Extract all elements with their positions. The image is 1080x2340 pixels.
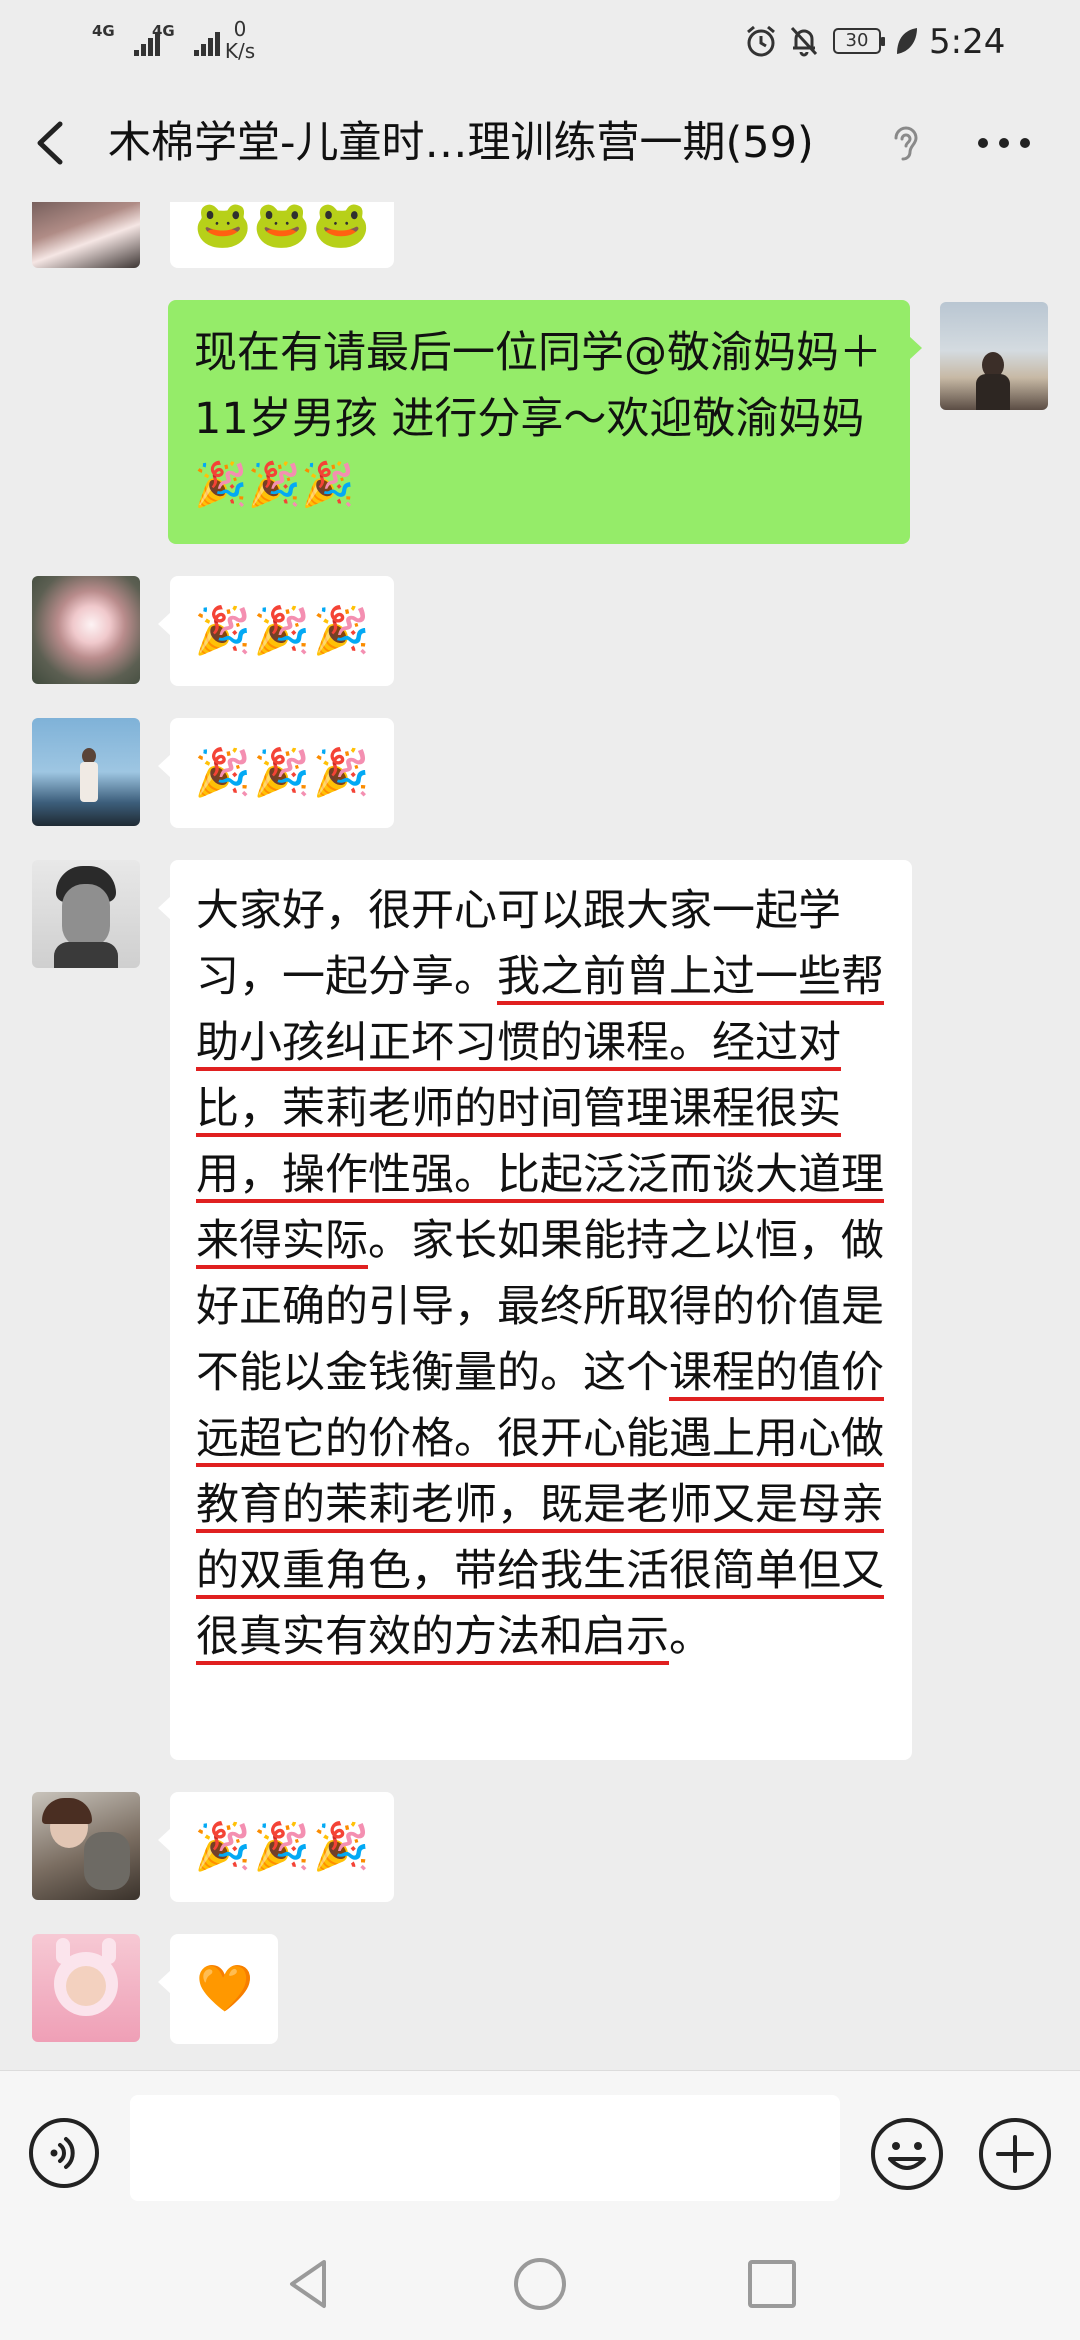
emoji-content: 🎉🎉🎉 xyxy=(194,603,372,657)
message-bubble[interactable]: 🎉🎉🎉 xyxy=(158,1792,394,1902)
message-bubble[interactable]: 🎉🎉🎉 xyxy=(158,718,394,828)
avatar[interactable] xyxy=(32,202,140,268)
chevron-left-icon[interactable] xyxy=(30,120,70,166)
avatar-own[interactable] xyxy=(940,302,1048,410)
network-speed: 0 K/s xyxy=(218,18,262,62)
emoji-content: 🎉🎉🎉 xyxy=(194,745,372,799)
emoji-content: 🎉🎉🎉 xyxy=(194,1819,372,1873)
emoji-content: 🧡 xyxy=(196,1961,256,2015)
emoji-content: 🐸🐸🐸 xyxy=(194,202,372,251)
ear-icon[interactable] xyxy=(888,122,924,164)
speed-unit: K/s xyxy=(224,39,256,63)
avatar[interactable] xyxy=(32,718,140,826)
text-segment: 。 xyxy=(669,1612,712,1662)
system-navigation-bar xyxy=(0,2230,1080,2340)
voice-icon[interactable] xyxy=(28,2117,100,2189)
avatar[interactable] xyxy=(32,576,140,684)
message-text: 现在有请最后一位同学@敬渝妈妈＋11岁男孩 进行分享～欢迎敬渝妈妈🎉🎉🎉 xyxy=(194,328,882,510)
nav-recents-icon[interactable] xyxy=(742,2254,802,2314)
plus-circle-icon[interactable] xyxy=(978,2117,1052,2191)
more-dots-icon[interactable] xyxy=(978,138,1030,150)
chat-title: 木棉学堂-儿童时…理训练营一期(59) xyxy=(108,118,814,168)
avatar[interactable] xyxy=(32,860,140,968)
battery-indicator: 30 xyxy=(833,28,885,54)
avatar[interactable] xyxy=(32,1934,140,2042)
status-bar: 4G 4G 0 K/s 30 5:24 xyxy=(0,0,1080,84)
chat-header: 木棉学堂-儿童时…理训练营一期(59) xyxy=(0,84,1080,202)
nav-back-icon[interactable] xyxy=(278,2254,338,2314)
message-bubble[interactable]: 大家好，很开心可以跟大家一起学习，一起分享。我之前曾上过一些帮助小孩纠正坏习惯的… xyxy=(158,860,912,1760)
smiley-icon[interactable] xyxy=(870,2117,944,2191)
message-bubble-own[interactable]: 现在有请最后一位同学@敬渝妈妈＋11岁男孩 进行分享～欢迎敬渝妈妈🎉🎉🎉 xyxy=(168,300,922,544)
message-input[interactable] xyxy=(130,2095,840,2201)
speed-value: 0 xyxy=(233,17,247,41)
message-text: 大家好，很开心可以跟大家一起学习，一起分享。我之前曾上过一些帮助小孩纠正坏习惯的… xyxy=(196,878,888,1670)
nav-home-icon[interactable] xyxy=(510,2254,570,2314)
input-bar xyxy=(0,2070,1080,2231)
chat-messages: 🐸🐸🐸 现在有请最后一位同学@敬渝妈妈＋11岁男孩 进行分享～欢迎敬渝妈妈🎉🎉🎉… xyxy=(0,202,1080,2070)
message-bubble[interactable]: 🐸🐸🐸 xyxy=(170,202,394,268)
alarm-icon xyxy=(747,25,775,57)
avatar[interactable] xyxy=(32,1792,140,1900)
message-bubble[interactable]: 🧡 xyxy=(158,1934,278,2044)
message-bubble[interactable]: 🎉🎉🎉 xyxy=(158,576,394,686)
mute-bell-icon xyxy=(790,26,818,57)
leaf-icon xyxy=(897,28,917,54)
clock-time: 5:24 xyxy=(929,22,1006,62)
